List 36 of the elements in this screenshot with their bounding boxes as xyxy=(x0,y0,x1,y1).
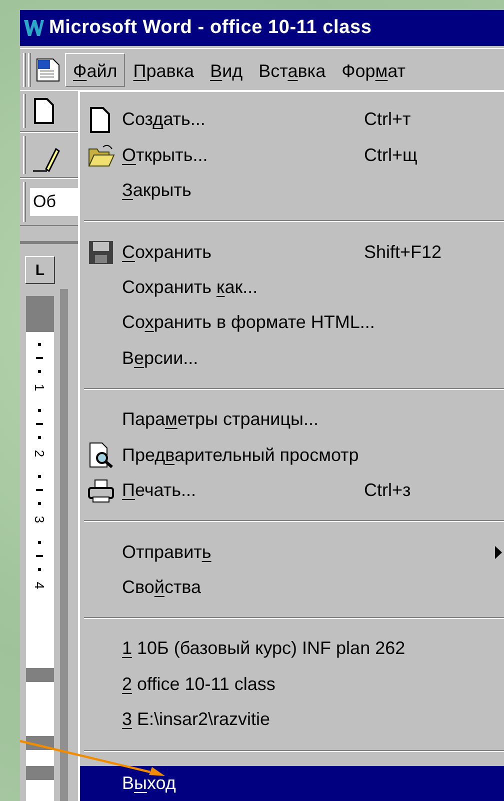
ruler-number: 2 xyxy=(34,450,46,458)
ruler-marker[interactable] xyxy=(26,668,54,682)
menu-bar-item[interactable]: Вид xyxy=(202,52,251,86)
menu-item[interactable]: Открыть... Ctrl+щ xyxy=(80,137,504,173)
menu-bar-item[interactable]: Правка xyxy=(125,52,202,86)
magnifier-page-icon xyxy=(87,441,115,470)
menu-item[interactable]: Сохранить как... xyxy=(80,270,504,306)
style-field[interactable]: Об xyxy=(30,188,78,216)
menu-item[interactable]: Закрыть xyxy=(80,172,504,208)
menu-item[interactable]: 3 E:\insar2\razvitie xyxy=(80,702,504,738)
menu-item[interactable]: 1 10Б (базовый курс) INF plan 262 xyxy=(80,631,504,667)
menu-bar-item[interactable]: Вставка xyxy=(250,52,334,86)
ruler-number: 4 xyxy=(34,582,46,590)
menu-item[interactable]: Выход xyxy=(80,766,504,801)
menu-item[interactable]: Печать... Ctrl+з xyxy=(80,472,504,508)
menu-item[interactable]: Предварительный просмотр xyxy=(80,438,504,473)
menu-item[interactable]: 2 office 10-11 class xyxy=(80,666,504,702)
menu-item[interactable]: Отправить xyxy=(80,534,504,570)
menu-item[interactable]: Сохранить в формате HTML... xyxy=(80,305,504,341)
menu-bar-item[interactable]: Формат xyxy=(334,52,414,86)
ruler-number: 1 xyxy=(34,384,46,392)
document-icon xyxy=(35,56,61,82)
ruler-number: 3 xyxy=(34,516,46,524)
menu-item[interactable]: Сохранить Shift+F12 xyxy=(80,234,504,270)
word-logo-icon xyxy=(23,18,45,38)
ruler-marker[interactable] xyxy=(26,766,54,780)
menu-bar-item[interactable]: Файл xyxy=(65,52,126,86)
menu-item[interactable]: Версии... xyxy=(80,340,504,376)
window-title: Microsoft Word - office 10-11 class xyxy=(49,16,372,40)
ruler-margin xyxy=(26,296,54,332)
menu-item[interactable]: Создать... Ctrl+т xyxy=(80,102,504,138)
menu-item[interactable]: Параметры страницы... xyxy=(80,402,504,438)
new-document-icon xyxy=(34,98,54,124)
printer-icon xyxy=(87,476,115,505)
tab-stop-button[interactable]: L xyxy=(25,256,55,284)
menu-item[interactable]: Свойства xyxy=(80,570,504,606)
